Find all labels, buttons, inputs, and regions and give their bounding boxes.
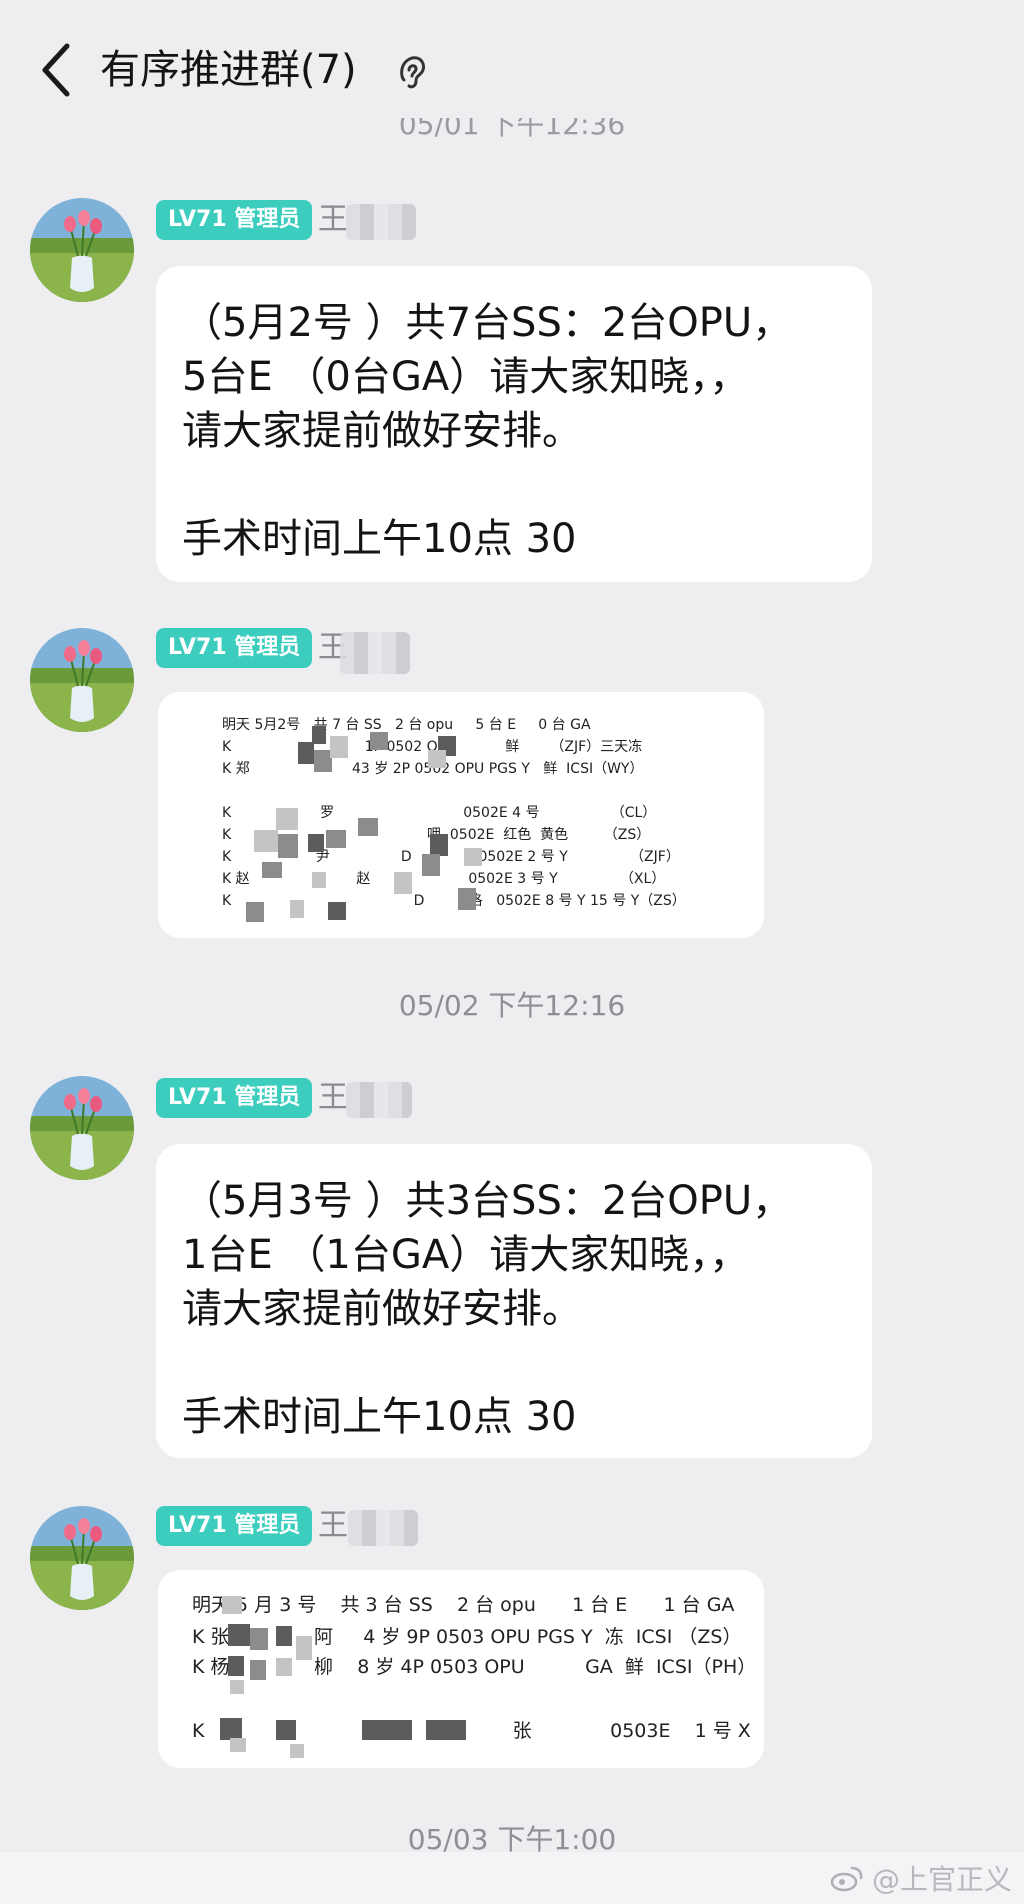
chat-header: 有序推进群(7) 05/01 下午12:36 — [0, 0, 1024, 140]
image-message[interactable]: 明天 5月2号 共 7 台 SS 2 台 opu 5 台 E 0 台 GA K … — [158, 692, 764, 938]
sender-name[interactable]: 王 — [318, 200, 348, 240]
chevron-left-icon — [42, 43, 70, 97]
image-text-line: K 赵 赵 0502E 3 号 Y （XL） — [222, 871, 666, 887]
redacted-name — [348, 1510, 418, 1546]
tulip-vase-avatar-icon — [30, 1076, 134, 1180]
admin-badge: LV71 管理员 — [156, 1506, 313, 1546]
avatar[interactable] — [30, 198, 134, 302]
redacted-name — [346, 1082, 412, 1118]
tulip-vase-avatar-icon — [30, 628, 134, 732]
avatar[interactable] — [30, 1076, 134, 1180]
message-text: （5月2号 ）共7台SS：2台OPU， 5台E （0台GA）请大家知晓，， 请大… — [182, 300, 793, 562]
image-text-line: K 张 阿 4 岁 9P 0503 OPU PGS Y 冻 ICSI （ZS） — [192, 1626, 742, 1648]
watermark-text: @上官正义 — [871, 1863, 1012, 1896]
message-text: （5月3号 ）共3台SS：2台OPU， 1台E （1台GA）请大家知晓，， 请大… — [182, 1178, 793, 1440]
back-button[interactable] — [30, 38, 80, 102]
redacted-name — [340, 632, 410, 674]
tulip-vase-avatar-icon — [30, 1506, 134, 1610]
previous-timestamp: 05/01 下午12:36 — [398, 118, 626, 140]
image-text-line: 明天 5月2号 共 7 台 SS 2 台 opu 5 台 E 0 台 GA — [222, 717, 591, 733]
admin-badge: LV71 管理员 — [156, 200, 313, 240]
sender-name[interactable]: 王 — [318, 1078, 348, 1118]
image-message[interactable]: 明天 5 月 3 号 共 3 台 SS 2 台 opu 1 台 E 1 台 GA… — [158, 1570, 764, 1768]
tulip-vase-avatar-icon — [30, 198, 134, 302]
message-bubble[interactable]: （5月2号 ）共7台SS：2台OPU， 5台E （0台GA）请大家知晓，， 请大… — [156, 266, 872, 582]
admin-badge: LV71 管理员 — [156, 1078, 313, 1118]
admin-badge: LV71 管理员 — [156, 628, 313, 668]
avatar[interactable] — [30, 1506, 134, 1610]
ear-mode-icon[interactable] — [392, 50, 432, 94]
redacted-name — [346, 204, 416, 240]
message-bubble[interactable]: （5月3号 ）共3台SS：2台OPU， 1台E （1台GA）请大家知晓，， 请大… — [156, 1144, 872, 1458]
timestamp: 05/02 下午12:16 — [398, 989, 626, 1022]
sender-name[interactable]: 王 — [318, 1506, 348, 1546]
avatar[interactable] — [30, 628, 134, 732]
image-text-line: 明天 5 月 3 号 共 3 台 SS 2 台 opu 1 台 E 1 台 GA — [192, 1594, 735, 1616]
weibo-logo-icon — [830, 1866, 863, 1892]
group-title: 有序推进群(7) — [100, 47, 357, 93]
weibo-watermark: @上官正义 — [830, 1858, 1012, 1898]
